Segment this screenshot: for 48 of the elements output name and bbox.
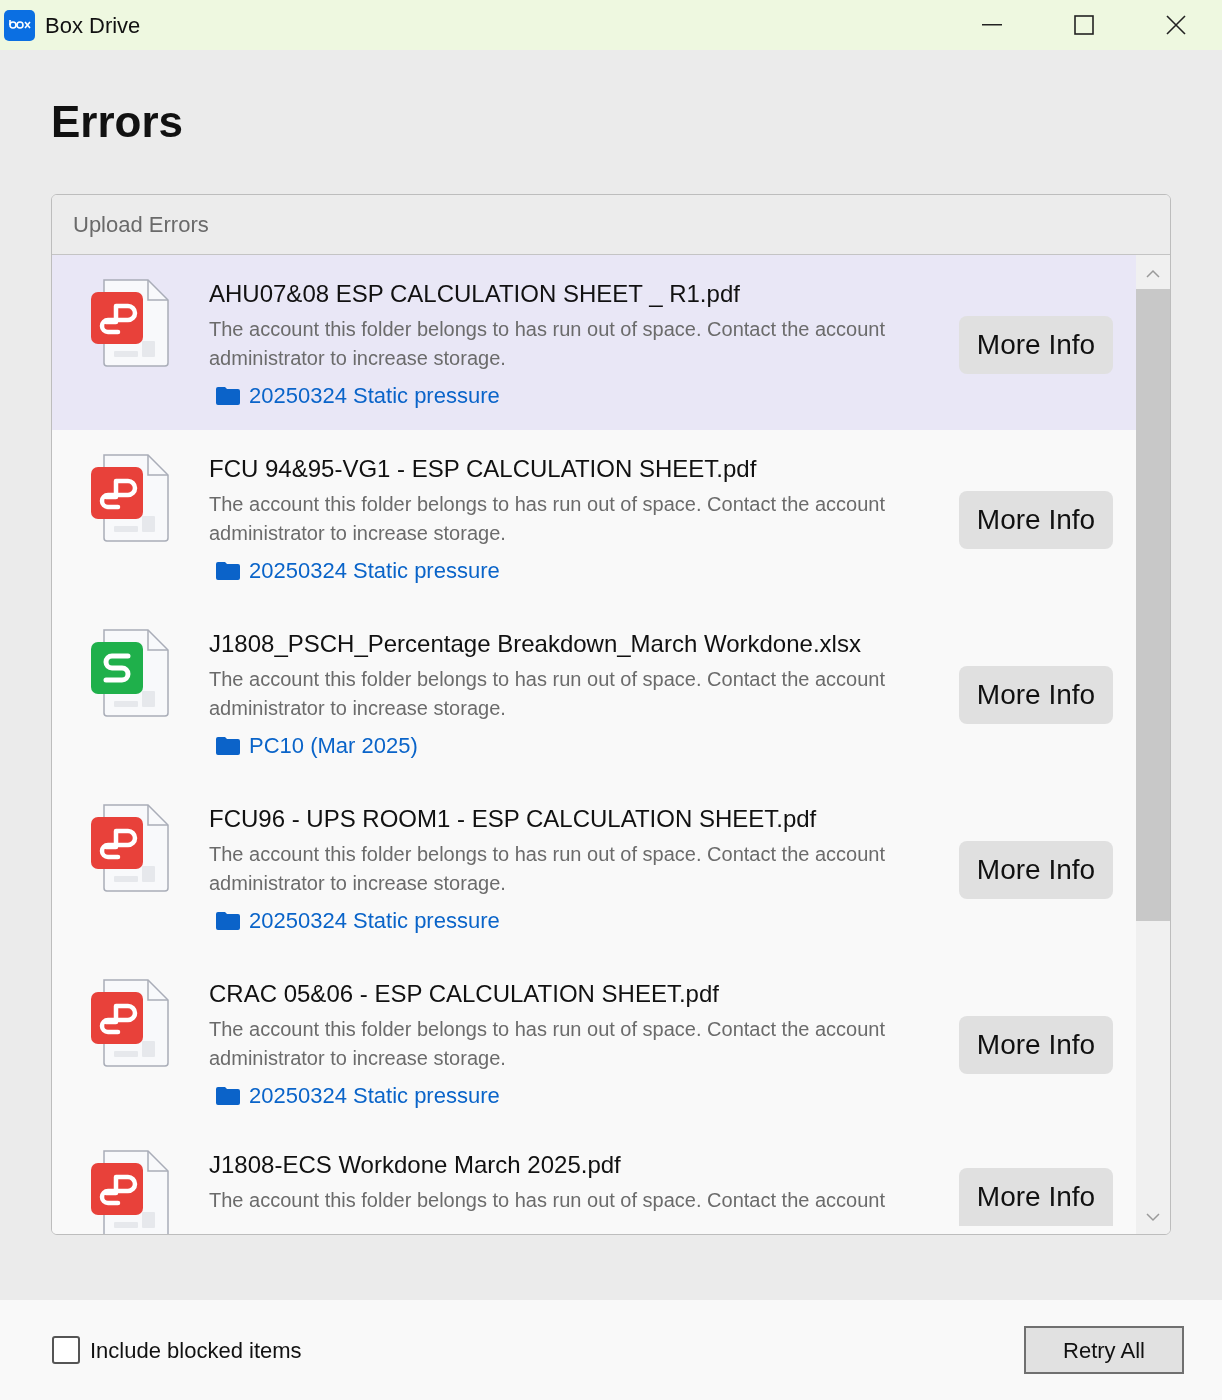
more-info-button[interactable]: More Info [959,666,1113,724]
folder-icon [216,736,240,755]
error-message: The account this folder belongs to has run out of space. Contact the account administrator to increase storage. [209,492,886,546]
folder-link[interactable]: PC10 (Mar 2025) [249,729,418,762]
folder-icon [216,911,240,930]
scroll-down-icon[interactable] [1146,1212,1160,1222]
folder-icon [216,1086,240,1105]
more-info-button[interactable]: More Info [959,316,1113,374]
checkbox-label: Include blocked items [90,1336,302,1365]
pdf-file-icon [90,279,170,367]
folder-link[interactable]: 20250324 Static pressure [249,904,500,937]
error-message: The account this folder belongs to has run out of space. Contact the account administrator to increase storage. [209,667,886,721]
minimize-icon [982,24,1002,26]
retry-all-button[interactable]: Retry All [1024,1326,1184,1374]
spreadsheet-file-icon [90,629,170,717]
folder-link[interactable]: 20250324 Static pressure [249,1079,500,1112]
app-logo-icon [4,9,35,41]
pdf-file-icon [90,804,170,892]
window-title: Box Drive [45,11,141,40]
file-name: J1808-ECS Workdone March 2025.pdf [209,1150,622,1180]
folder-link[interactable]: 20250324 Static pressure [249,379,500,412]
more-info-button[interactable]: More Info [959,1168,1113,1226]
more-info-button[interactable]: More Info [959,841,1113,899]
error-row[interactable]: AHU07&08 ESP CALCULATION SHEET _ R1.pdf The account this folder belongs to has run out of space. Contact the account administrator to increase storage. 20250324 Static pressure More Info [52,255,1136,430]
folder-link[interactable]: 20250324 Static pressure [249,554,500,587]
error-message: The account this folder belongs to has run out of space. Contact the account administrator to increase storage. [209,1017,886,1071]
more-info-button[interactable]: More Info [959,491,1113,549]
folder-icon [216,561,240,580]
error-message: The account this folder belongs to has run out of space. Contact the account administrator to increase storage. [209,317,886,371]
pdf-file-icon [90,454,170,542]
close-icon [1166,15,1186,35]
scrollbar[interactable] [1136,255,1170,1234]
maximize-icon [1074,15,1094,35]
file-name: J1808_PSCH_Percentage Breakdown_March Workdone.xlsx [209,629,862,659]
checkbox[interactable] [52,1336,80,1364]
file-name: CRAC 05&06 - ESP CALCULATION SHEET.pdf [209,979,720,1009]
panel-title: Upload Errors [73,211,209,239]
page-heading: Errors [51,96,185,148]
file-name: AHU07&08 ESP CALCULATION SHEET _ R1.pdf [209,279,741,309]
file-name: FCU 94&95-VG1 - ESP CALCULATION SHEET.pdf [209,454,758,484]
folder-icon [216,386,240,405]
error-message: The account this folder belongs to has run out of space. Contact the account administrator to increase storage. [209,842,886,896]
file-name: FCU96 - UPS ROOM1 - ESP CALCULATION SHEET.pdf [209,804,818,834]
scroll-up-icon[interactable] [1146,269,1160,279]
more-info-button[interactable]: More Info [959,1016,1113,1074]
pdf-file-icon [90,979,170,1067]
scrollbar-thumb[interactable] [1136,289,1170,921]
error-message: The account this folder belongs to has run out of space. Contact the account [209,1188,886,1213]
